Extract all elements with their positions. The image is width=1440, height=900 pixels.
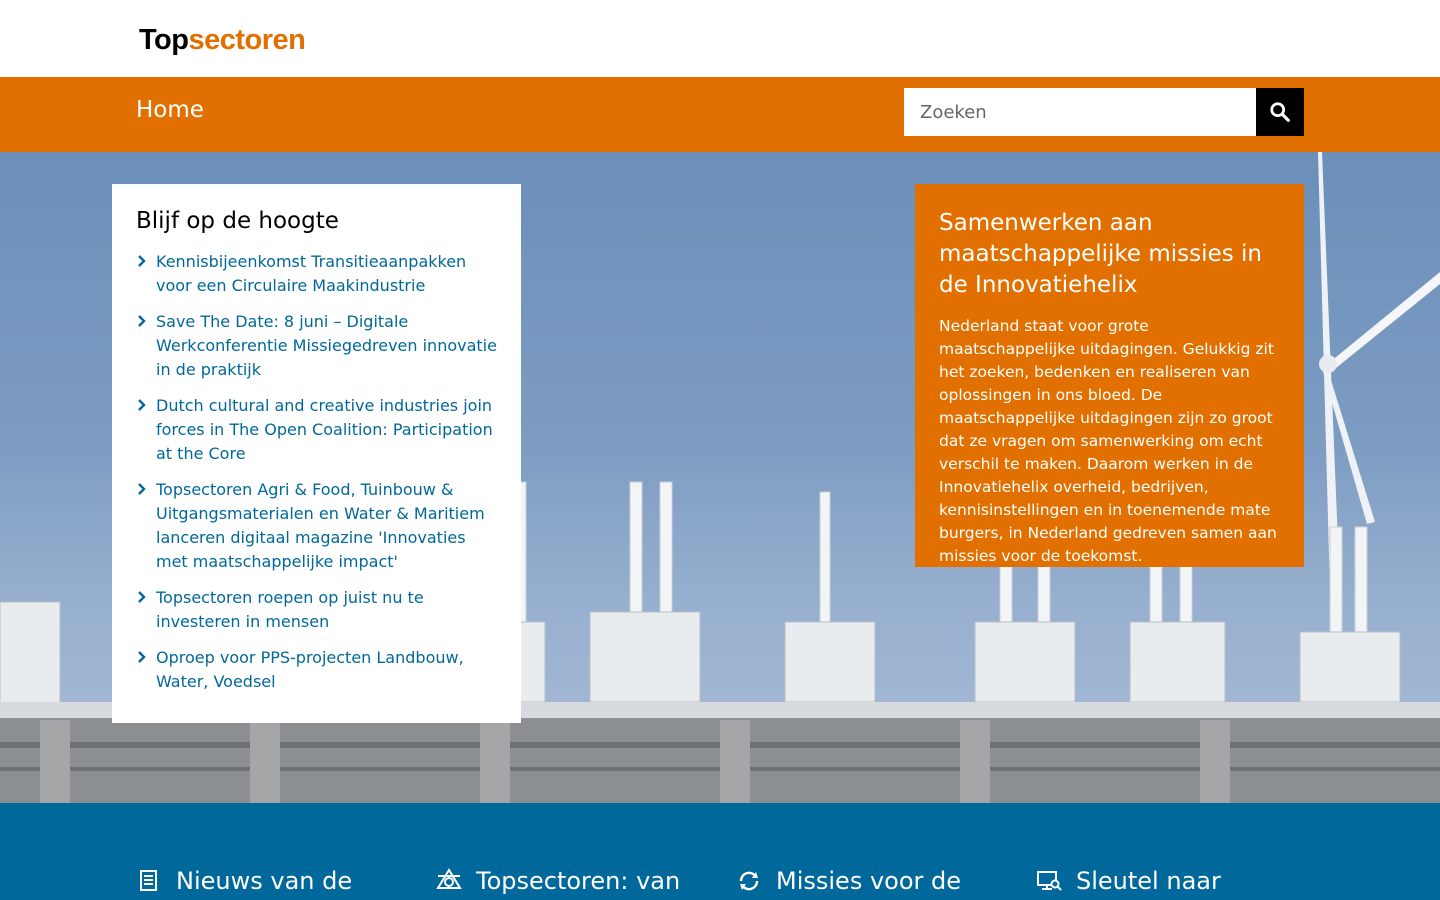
news-list: Kennisbijeenkomst Transitieaanpakken voo… bbox=[136, 250, 497, 694]
feature-label: Missies voor de bbox=[776, 867, 962, 895]
feature-label: Sleutel naar bbox=[1076, 867, 1221, 895]
news-list-item: Save The Date: 8 juni – Digitale Werkcon… bbox=[136, 310, 497, 382]
chevron-right-icon bbox=[138, 483, 146, 495]
feature-label: Topsectoren: van bbox=[476, 867, 681, 895]
news-link[interactable]: Topsectoren Agri & Food, Tuinbouw & Uitg… bbox=[156, 478, 497, 574]
mission-panel-title: Samenwerken aan maatschappelijke missies… bbox=[939, 210, 1262, 298]
cycle-icon bbox=[739, 871, 759, 891]
feature-label: Nieuws van de bbox=[176, 867, 353, 895]
news-panel-title: Blijf op de hoogte bbox=[136, 208, 339, 234]
features-section: Nieuws van de Topsectoren: van Missies v… bbox=[0, 803, 1440, 900]
news-list-item: Dutch cultural and creative industries j… bbox=[136, 394, 497, 466]
chevron-right-icon bbox=[138, 255, 146, 267]
news-link[interactable]: Save The Date: 8 juni – Digitale Werkcon… bbox=[156, 310, 497, 382]
chevron-right-icon bbox=[138, 315, 146, 327]
news-list-item: Kennisbijeenkomst Transitieaanpakken voo… bbox=[136, 250, 497, 298]
feature-nieuws[interactable]: Nieuws van de bbox=[136, 867, 352, 895]
mission-panel[interactable]: Samenwerken aan maatschappelijke missies… bbox=[915, 184, 1304, 567]
feature-sleutel[interactable]: Sleutel naar bbox=[1036, 867, 1221, 895]
news-list-item: Oproep voor PPS-projecten Landbouw, Wate… bbox=[136, 646, 497, 694]
logo-text-sectoren: sectoren bbox=[188, 24, 306, 56]
search-button[interactable] bbox=[1256, 88, 1304, 136]
mission-panel-body: Nederland staat voor grote maatschappeli… bbox=[939, 317, 1277, 565]
news-panel: Blijf op de hoogte Kennisbijeenkomst Tra… bbox=[112, 184, 521, 723]
search-form bbox=[904, 88, 1304, 136]
monitor-search-icon bbox=[1037, 871, 1062, 891]
news-list-item: Topsectoren Agri & Food, Tuinbouw & Uitg… bbox=[136, 478, 497, 574]
wind-turbine bbox=[1318, 152, 1440, 592]
nav-home-link[interactable]: Home bbox=[136, 97, 204, 123]
main-navigation: Home bbox=[0, 77, 1440, 152]
chevron-right-icon bbox=[138, 591, 146, 603]
feature-topsectoren[interactable]: Topsectoren: van bbox=[436, 867, 680, 895]
news-list-item: Topsectoren roepen op juist nu te invest… bbox=[136, 586, 497, 634]
network-icon bbox=[436, 868, 462, 889]
search-input[interactable] bbox=[904, 88, 1256, 136]
search-icon bbox=[1270, 102, 1290, 122]
feature-missies[interactable]: Missies voor de bbox=[736, 867, 961, 895]
site-header: Topsectoren bbox=[0, 0, 1440, 77]
news-link[interactable]: Topsectoren roepen op juist nu te invest… bbox=[156, 586, 497, 634]
newspaper-icon bbox=[140, 870, 157, 891]
news-link[interactable]: Dutch cultural and creative industries j… bbox=[156, 394, 497, 466]
hero-banner: Blijf op de hoogte Kennisbijeenkomst Tra… bbox=[0, 152, 1440, 803]
news-link[interactable]: Kennisbijeenkomst Transitieaanpakken voo… bbox=[156, 250, 497, 298]
site-logo[interactable]: Topsectoren bbox=[139, 24, 306, 57]
logo-text-top: Top bbox=[139, 24, 189, 56]
news-link[interactable]: Oproep voor PPS-projecten Landbouw, Wate… bbox=[156, 646, 497, 694]
chevron-right-icon bbox=[138, 651, 146, 663]
chevron-right-icon bbox=[138, 399, 146, 411]
